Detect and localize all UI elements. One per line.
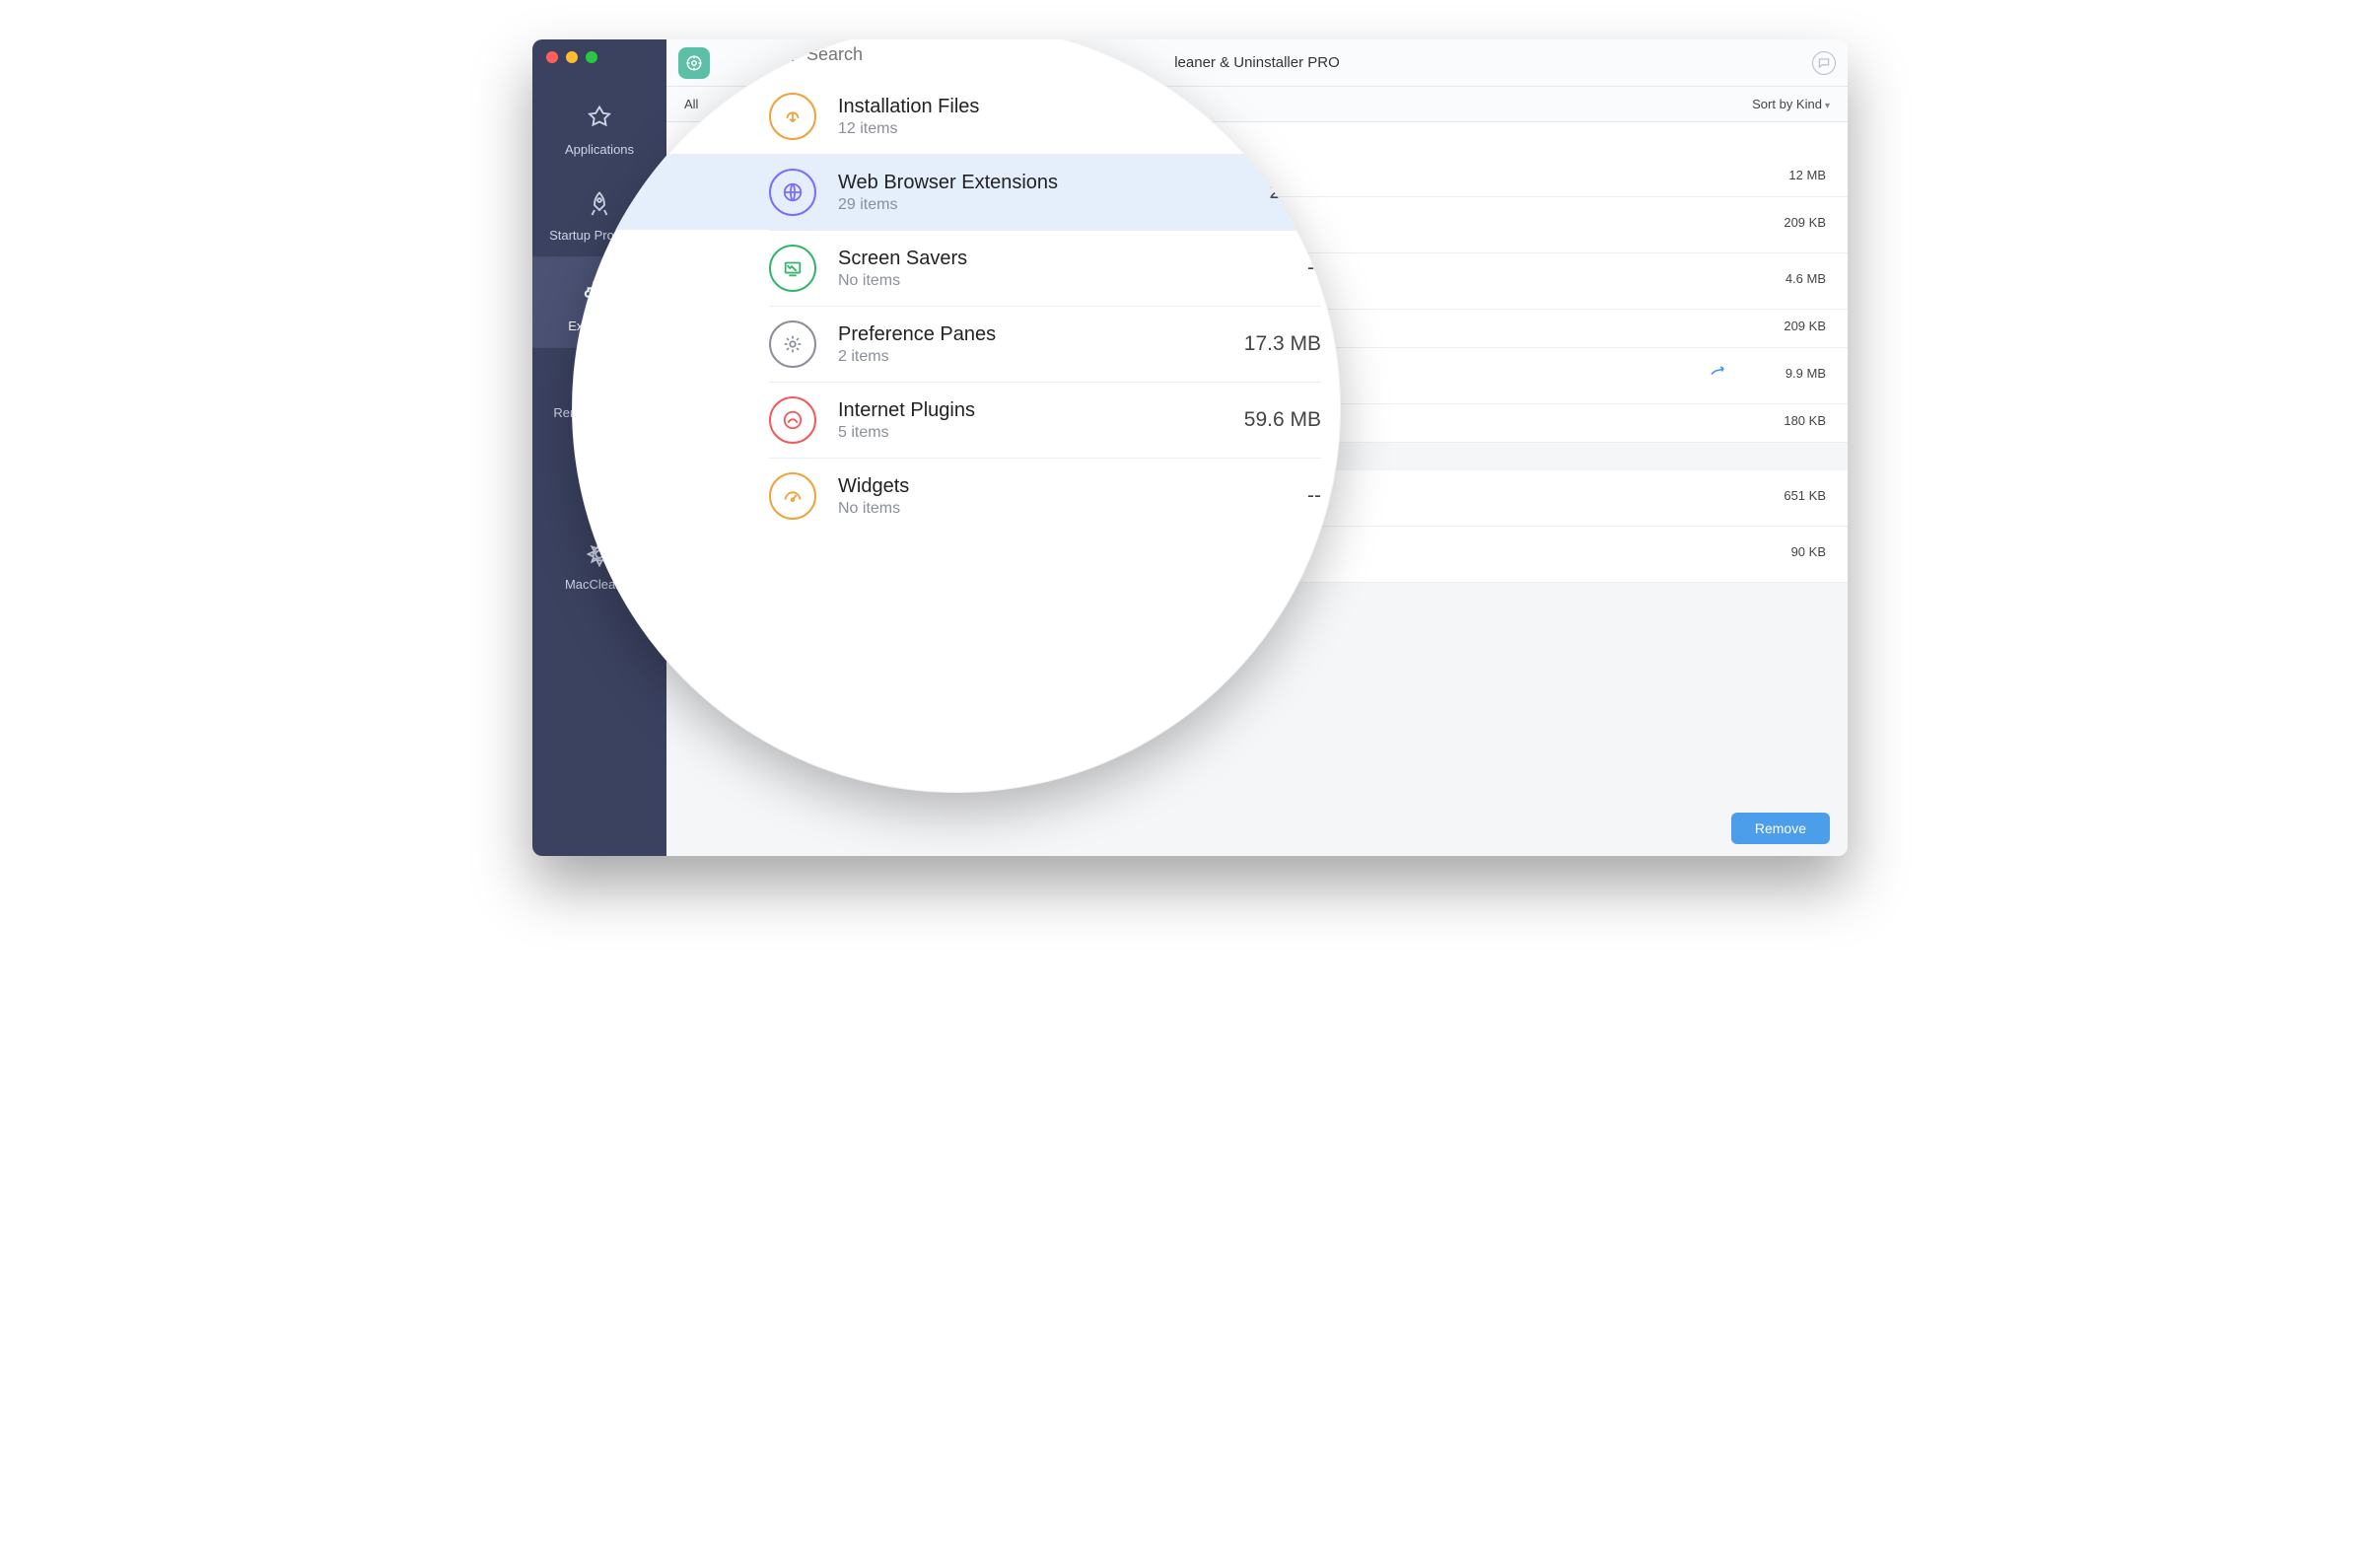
category-size: -- [1307, 256, 1321, 280]
category-name: Screen Savers [838, 248, 1288, 270]
extension-size: 209 KB [1747, 215, 1826, 230]
category-sub: No items [838, 272, 1288, 290]
chat-icon[interactable] [1812, 51, 1836, 75]
globe-icon [769, 169, 816, 216]
extension-size: 4.6 MB [1747, 271, 1826, 286]
category-sub: 2 items [838, 348, 1225, 366]
close-icon[interactable] [546, 51, 558, 63]
search-row [769, 39, 1321, 79]
category-size: 17.3 MB [1244, 332, 1321, 356]
minimize-icon[interactable] [566, 51, 578, 63]
screen-icon [769, 245, 816, 292]
category-sub: 5 items [838, 424, 1225, 442]
extension-size: 12 MB [1747, 168, 1826, 182]
category-name: Widgets [838, 475, 1288, 498]
chevron-down-icon: ▾ [1825, 101, 1830, 111]
sort-menu[interactable]: Sort by Kind▾ [1752, 97, 1830, 111]
category-screen-savers[interactable]: Screen Savers No items -- [769, 230, 1321, 306]
filter-all[interactable]: All [684, 97, 698, 111]
category-web-browser-extensions[interactable]: Web Browser Extensions 29 items 234.2 [572, 154, 1341, 230]
category-sub: 12 items [838, 120, 1301, 138]
search-icon [777, 44, 797, 64]
extension-size: 180 KB [1747, 413, 1826, 428]
gear-icon [769, 320, 816, 368]
magnifier-zoom: Installation Files 12 items Web Browser … [572, 39, 1341, 793]
category-name: Preference Panes [838, 323, 1225, 346]
share-icon[interactable] [1706, 361, 1729, 385]
app-window: Applications Startup Programs Extensions… [532, 39, 1848, 856]
extension-size: 209 KB [1747, 319, 1826, 333]
extension-size: 9.9 MB [1747, 366, 1826, 381]
search-input[interactable] [806, 44, 1313, 65]
category-installation-files[interactable]: Installation Files 12 items [769, 79, 1321, 154]
category-sub: No items [838, 500, 1288, 518]
category-name: Internet Plugins [838, 399, 1225, 422]
category-sub: 29 items [838, 196, 1249, 214]
category-widgets[interactable]: Widgets No items -- [769, 458, 1321, 534]
category-internet-plugins[interactable]: Internet Plugins 5 items 59.6 MB [769, 382, 1321, 458]
category-name: Installation Files [838, 96, 1301, 118]
sort-label: Sort by Kind [1752, 97, 1822, 111]
footer: Remove [666, 801, 1848, 856]
traffic-lights [546, 51, 597, 63]
gauge-icon [769, 472, 816, 520]
category-size: -- [1307, 484, 1321, 508]
category-preference-panes[interactable]: Preference Panes 2 items 17.3 MB [769, 306, 1321, 382]
category-size: 234.2 [1269, 180, 1321, 204]
maximize-icon[interactable] [586, 51, 597, 63]
app-icon [678, 47, 710, 79]
apps-icon [585, 105, 614, 134]
remove-button[interactable]: Remove [1731, 813, 1830, 844]
download-icon [769, 93, 816, 140]
category-name: Web Browser Extensions [838, 172, 1249, 194]
extension-size: 651 KB [1747, 488, 1826, 503]
extension-size: 90 KB [1747, 544, 1826, 559]
plugin-icon [769, 396, 816, 444]
category-size: 59.6 MB [1244, 408, 1321, 432]
